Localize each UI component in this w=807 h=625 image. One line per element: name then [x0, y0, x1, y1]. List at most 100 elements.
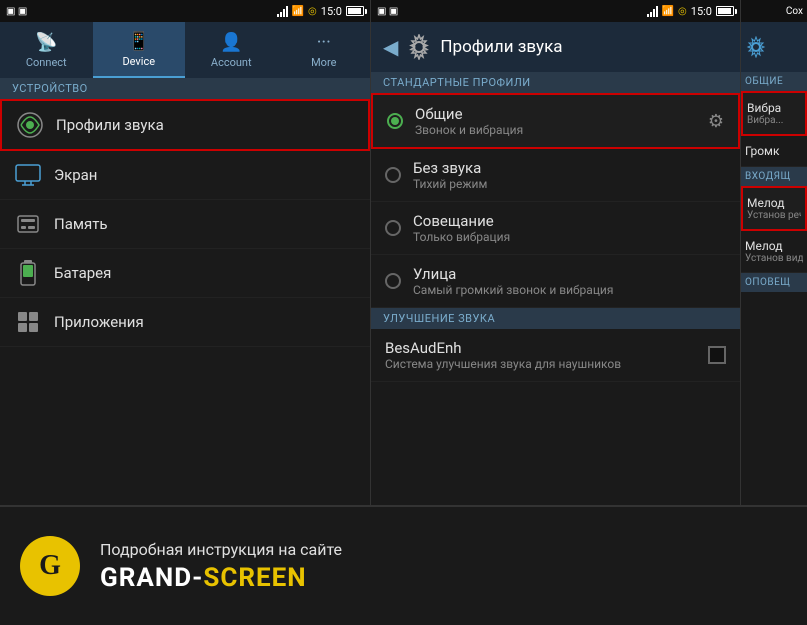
- profile-meeting-info: Совещание Только вибрация: [413, 212, 726, 244]
- panel3-item-volume[interactable]: Громк: [741, 136, 807, 167]
- enhancement-name: BesAudEnh: [385, 339, 696, 357]
- status-time-p2: 15:0: [691, 5, 712, 18]
- device-section-header: УСТРОЙСТВО: [0, 78, 370, 99]
- menu-item-sound[interactable]: Профили звука: [0, 99, 370, 151]
- status-time-p3: Cox: [786, 6, 803, 17]
- screen-label: Экран: [54, 166, 97, 184]
- panel3-incoming-header: ВХОДЯЩ: [741, 167, 807, 186]
- memory-label: Память: [54, 215, 108, 233]
- sound-profiles-icon: [16, 111, 44, 139]
- standard-profiles-header: СТАНДАРТНЫЕ ПРОФИЛИ: [371, 72, 740, 93]
- vibra-desc: Вибра...: [747, 115, 801, 126]
- panel3-item-vibra[interactable]: Вибра Вибра...: [741, 91, 807, 136]
- tab-account-label: Account: [211, 56, 252, 69]
- enhancement-section-header: УЛУЧШЕНИЕ ЗВУКА: [371, 308, 740, 329]
- melody1-desc: Установ речевых: [747, 210, 801, 221]
- profile-general[interactable]: Общие Звонок и вибрация ⚙: [371, 93, 740, 149]
- melody2-name: Мелод: [745, 239, 803, 253]
- panel3-item-melody1[interactable]: Мелод Установ речевых: [741, 186, 807, 231]
- gps-icon: ◎: [308, 6, 317, 17]
- panel-sound-profiles: ▣ ▣ 📶 ◎ 15:0 ◀ Профили звука: [370, 0, 740, 505]
- bottom-text-area: Подробная инструкция на сайте GRAND-SCRE…: [100, 540, 342, 593]
- panel3-notif-text: ОПОВЕЩ: [745, 277, 791, 288]
- grand-screen-logo: G: [20, 536, 80, 596]
- signal-icon-p2: [647, 5, 658, 17]
- radio-meeting: [385, 220, 401, 236]
- radio-silent: [385, 167, 401, 183]
- apps-label: Приложения: [54, 313, 144, 331]
- status-bar-panel3: Cox: [741, 0, 807, 22]
- profile-outdoor-info: Улица Самый громкий звонок и вибрация: [413, 265, 726, 297]
- connect-icon: 📡: [35, 32, 57, 53]
- profile-outdoor[interactable]: Улица Самый громкий звонок и вибрация: [371, 255, 740, 308]
- enhancement-section-text: УЛУЧШЕНИЕ ЗВУКА: [383, 312, 495, 325]
- notification-icons-p2: ▣ ▣: [377, 6, 398, 17]
- signal-icon: [277, 5, 288, 17]
- menu-item-battery[interactable]: Батарея: [0, 249, 370, 298]
- back-arrow[interactable]: ◀: [383, 35, 398, 59]
- device-icon: 📱: [128, 31, 150, 52]
- panel3-general-text: ОБЩИЕ: [745, 76, 783, 87]
- panel3-title-bar: [741, 22, 807, 72]
- panel3-notif-header: ОПОВЕЩ: [741, 273, 807, 292]
- radio-general: [387, 113, 403, 129]
- lte-icon: 📶: [292, 6, 304, 17]
- melody2-desc: Установ видеовы: [745, 253, 803, 264]
- tab-device-label: Device: [122, 55, 155, 68]
- status-bar-panel2: ▣ ▣ 📶 ◎ 15:0: [371, 0, 740, 22]
- profile-silent-desc: Тихий режим: [413, 177, 726, 191]
- settings-icon-p3: [745, 36, 767, 58]
- panel3-item-melody2[interactable]: Мелод Установ видеовы: [741, 231, 807, 273]
- tab-more-label: More: [311, 56, 336, 69]
- vibra-name: Вибра: [747, 101, 801, 115]
- melody1-name: Мелод: [747, 196, 801, 210]
- menu-item-memory[interactable]: Память: [0, 200, 370, 249]
- profile-meeting-name: Совещание: [413, 212, 726, 230]
- notification-icons: ▣ ▣: [6, 6, 27, 17]
- tab-more[interactable]: ··· More: [278, 22, 371, 78]
- battery-icon: [346, 6, 364, 16]
- enhancement-besaud[interactable]: BesAudEnh Система улучшения звука для на…: [371, 329, 740, 382]
- panel3-incoming-text: ВХОДЯЩ: [745, 171, 791, 182]
- enhancement-checkbox[interactable]: [708, 346, 726, 364]
- profile-meeting[interactable]: Совещание Только вибрация: [371, 202, 740, 255]
- profile-general-name: Общие: [415, 105, 696, 123]
- panel-device: ▣ ▣ 📶 ◎ 15:0 📡 Connect 📱 Devic: [0, 0, 370, 505]
- memory-icon: [14, 210, 42, 238]
- battery-menu-icon: [14, 259, 42, 287]
- sound-profiles-label: Профили звука: [56, 116, 164, 134]
- tab-account[interactable]: 👤 Account: [185, 22, 278, 78]
- account-icon: 👤: [220, 32, 242, 53]
- tab-connect-label: Connect: [26, 56, 67, 69]
- profile-silent-name: Без звука: [413, 159, 726, 177]
- profile-silent[interactable]: Без звука Тихий режим: [371, 149, 740, 202]
- logo-letter: G: [39, 550, 61, 582]
- panel2-title-bar: ◀ Профили звука: [371, 22, 740, 72]
- menu-item-screen[interactable]: Экран: [0, 151, 370, 200]
- bottom-bar: G Подробная инструкция на сайте GRAND-SC…: [0, 505, 807, 625]
- brand-part2: SCREEN: [203, 563, 306, 593]
- volume-name: Громк: [745, 144, 803, 158]
- status-time-p1: 15:0: [321, 5, 342, 18]
- battery-icon-p2: [716, 6, 734, 16]
- panel-general-settings: Cox ОБЩИЕ Вибра Вибра... Громк ВХОДЯЩ Ме…: [740, 0, 807, 505]
- menu-item-apps[interactable]: Приложения: [0, 298, 370, 347]
- tab-bar: 📡 Connect 📱 Device 👤 Account ··· More: [0, 22, 370, 78]
- profile-gear-icon[interactable]: ⚙: [708, 111, 724, 132]
- enhancement-desc: Система улучшения звука для наушников: [385, 357, 696, 371]
- panel2-title: Профили звука: [440, 37, 562, 57]
- radio-outdoor: [385, 273, 401, 289]
- panel3-general-header: ОБЩИЕ: [741, 72, 807, 91]
- bottom-brand: GRAND-SCREEN: [100, 563, 342, 593]
- section-header-text: УСТРОЙСТВО: [12, 82, 88, 95]
- screen-icon: [14, 161, 42, 189]
- bottom-instruction: Подробная инструкция на сайте: [100, 540, 342, 559]
- profile-silent-info: Без звука Тихий режим: [413, 159, 726, 191]
- tab-device[interactable]: 📱 Device: [93, 22, 186, 78]
- profile-general-info: Общие Звонок и вибрация: [415, 105, 696, 137]
- tab-connect[interactable]: 📡 Connect: [0, 22, 93, 78]
- profile-general-desc: Звонок и вибрация: [415, 123, 696, 137]
- profile-outdoor-name: Улица: [413, 265, 726, 283]
- apps-icon: [14, 308, 42, 336]
- profile-outdoor-desc: Самый громкий звонок и вибрация: [413, 283, 726, 297]
